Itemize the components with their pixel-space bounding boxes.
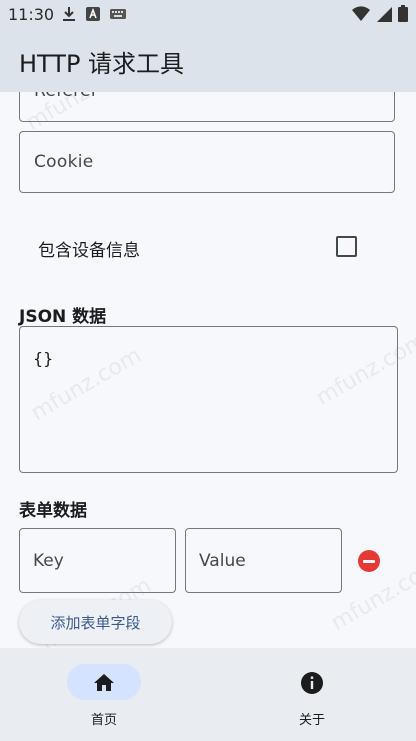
json-value: {} <box>33 349 54 368</box>
status-time: 11:30 <box>8 5 55 24</box>
nav-label-home: 首页 <box>90 713 117 728</box>
referer-placeholder: Referer <box>34 92 98 101</box>
nav-label-about: 关于 <box>298 713 325 728</box>
value-placeholder: Value <box>199 551 246 571</box>
download-icon <box>63 7 75 21</box>
include-device-info-checkbox[interactable] <box>336 236 357 257</box>
remove-field-icon[interactable] <box>358 550 380 572</box>
status-bar: 11:30 <box>0 0 416 30</box>
app-bar: HTTP 请求工具 <box>0 30 416 92</box>
cookie-field[interactable]: Cookie <box>19 131 395 193</box>
include-device-info-row[interactable]: 包含设备信息 <box>19 222 395 272</box>
info-icon <box>301 672 323 694</box>
form-content[interactable]: mfunz.com mfunz.com mfunz.com mfunz.com … <box>0 92 416 648</box>
wifi-icon <box>352 5 370 21</box>
keyboard-icon <box>110 9 126 19</box>
referer-field[interactable]: Referer <box>19 92 395 122</box>
battery-icon <box>398 5 408 22</box>
form-value-input[interactable]: Value <box>185 528 342 593</box>
json-data-input[interactable]: {} <box>19 326 398 473</box>
form-key-input[interactable]: Key <box>19 528 176 593</box>
a-badge-icon <box>86 7 100 21</box>
signal-icon <box>377 6 392 22</box>
bottom-navigation: 首页 关于 <box>0 648 416 741</box>
page-title: HTTP 请求工具 <box>19 49 185 78</box>
include-device-info-label: 包含设备信息 <box>38 241 140 261</box>
json-section-title: JSON 数据 <box>19 307 107 327</box>
form-section-title: 表单数据 <box>19 501 87 521</box>
nav-item-home[interactable]: 首页 <box>0 648 208 741</box>
home-icon <box>94 674 114 691</box>
cookie-placeholder: Cookie <box>34 152 94 172</box>
key-placeholder: Key <box>33 551 64 571</box>
nav-item-about[interactable]: 关于 <box>208 648 416 741</box>
add-form-field-button[interactable]: 添加表单字段 <box>19 600 172 644</box>
